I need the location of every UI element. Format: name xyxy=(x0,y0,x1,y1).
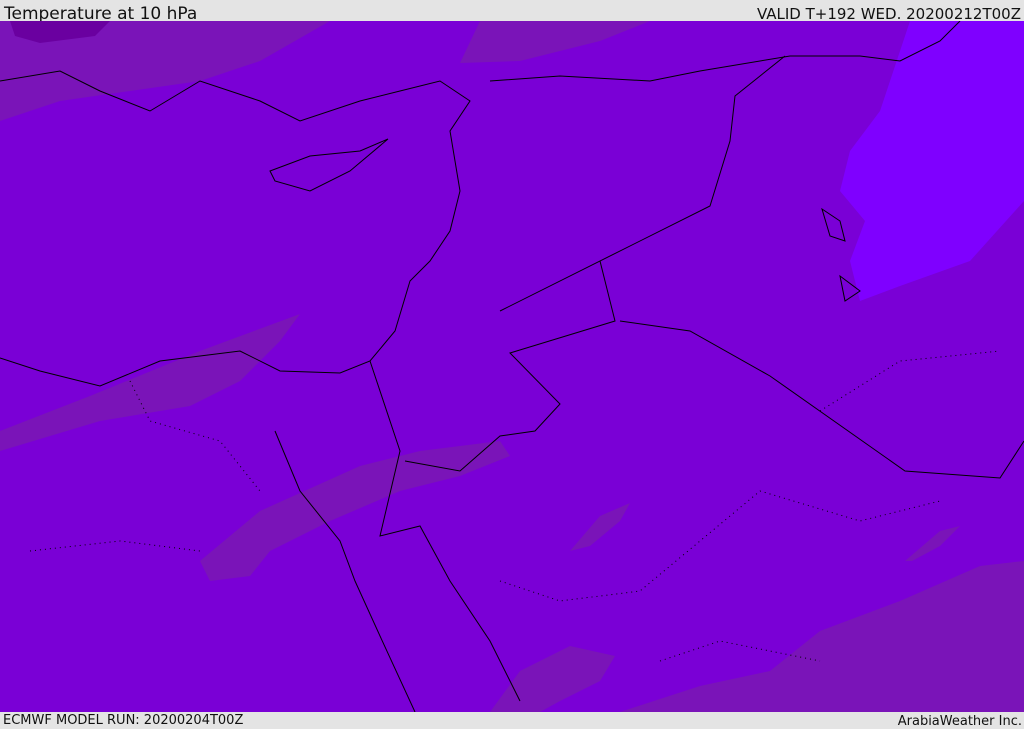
credit: ArabiaWeather Inc. xyxy=(897,714,1022,729)
header-bar: Temperature at 10 hPa VALID T+192 WED. 2… xyxy=(0,0,1024,24)
model-run: ECMWF MODEL RUN: 20200204T00Z xyxy=(3,713,244,728)
footer-bar: ECMWF MODEL RUN: 20200204T00Z ArabiaWeat… xyxy=(0,712,1024,729)
temperature-map xyxy=(0,21,1024,712)
